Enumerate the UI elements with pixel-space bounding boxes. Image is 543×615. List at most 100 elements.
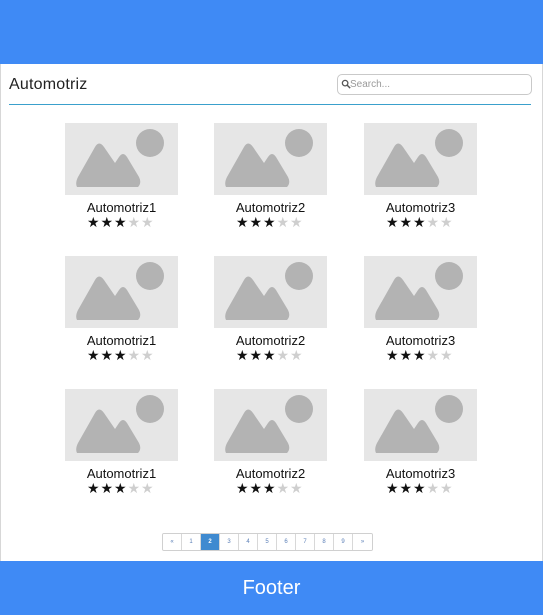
search-input[interactable] [350,77,526,92]
star-filled-icon: ★ [87,214,100,230]
star-filled-icon: ★ [87,480,100,496]
page-title: Automotriz [9,76,88,93]
star-filled-icon: ★ [413,480,426,496]
star-filled-icon: ★ [386,214,399,230]
pagination-page-7[interactable]: 7 [296,534,315,550]
star-filled-icon: ★ [236,480,249,496]
star-empty-icon: ★ [141,347,154,363]
product-name[interactable]: Automotriz1 [55,200,188,215]
star-rating: ★ ★ ★ ★ ★ [236,215,304,229]
product-name[interactable]: Automotriz2 [204,466,337,481]
star-empty-icon: ★ [290,347,303,363]
star-filled-icon: ★ [114,347,127,363]
star-filled-icon: ★ [249,347,263,363]
star-empty-icon: ★ [426,347,440,363]
star-filled-icon: ★ [236,214,249,230]
star-rating: ★ ★ ★ ★ ★ [236,348,304,362]
star-rating: ★ ★ ★ ★ ★ [386,348,454,362]
star-empty-icon: ★ [290,214,303,230]
star-rating: ★ ★ ★ ★ ★ [386,481,454,495]
product-name[interactable]: Automotriz2 [204,200,337,215]
star-filled-icon: ★ [386,347,399,363]
star-empty-icon: ★ [440,347,453,363]
star-filled-icon: ★ [100,347,114,363]
product-card[interactable]: Automotriz3 ★ ★ ★ ★ ★ [364,123,477,233]
product-name[interactable]: Automotriz1 [55,466,188,481]
star-empty-icon: ★ [290,480,303,496]
star-empty-icon: ★ [426,480,440,496]
star-empty-icon: ★ [440,214,453,230]
image-placeholder-icon[interactable] [364,389,477,461]
product-card[interactable]: Automotriz1 ★ ★ ★ ★ ★ [65,123,178,233]
pagination-next-button[interactable]: » [353,534,372,550]
product-card[interactable]: Automotriz2 ★ ★ ★ ★ ★ [214,123,327,233]
footer: Footer [0,561,543,615]
star-filled-icon: ★ [87,347,100,363]
star-filled-icon: ★ [399,347,413,363]
pagination-page-2[interactable]: 2 [201,534,220,550]
product-name[interactable]: Automotriz3 [354,200,487,215]
search-box[interactable] [337,74,532,95]
product-card[interactable]: Automotriz1 ★ ★ ★ ★ ★ [65,256,178,366]
pagination-page-8[interactable]: 8 [315,534,334,550]
star-rating: ★ ★ ★ ★ ★ [87,215,155,229]
image-placeholder-icon[interactable] [214,389,327,461]
pagination-page-6[interactable]: 6 [277,534,296,550]
star-empty-icon: ★ [141,214,154,230]
star-rating: ★ ★ ★ ★ ★ [386,215,454,229]
star-empty-icon: ★ [127,214,141,230]
star-empty-icon: ★ [426,214,440,230]
image-placeholder-icon[interactable] [364,256,477,328]
star-rating: ★ ★ ★ ★ ★ [87,348,155,362]
star-empty-icon: ★ [141,480,154,496]
pagination-page-5[interactable]: 5 [258,534,277,550]
product-card[interactable]: Automotriz3 ★ ★ ★ ★ ★ [364,256,477,366]
pagination-page-9[interactable]: 9 [334,534,353,550]
footer-label: Footer [242,577,301,599]
image-placeholder-icon[interactable] [214,256,327,328]
product-card[interactable]: Automotriz2 ★ ★ ★ ★ ★ [214,256,327,366]
star-empty-icon: ★ [276,347,290,363]
image-placeholder-icon[interactable] [65,389,178,461]
product-card[interactable]: Automotriz2 ★ ★ ★ ★ ★ [214,389,327,499]
product-card[interactable]: Automotriz3 ★ ★ ★ ★ ★ [364,389,477,499]
header-bar [0,0,543,64]
star-filled-icon: ★ [399,480,413,496]
pagination-page-1[interactable]: 1 [182,534,201,550]
star-rating: ★ ★ ★ ★ ★ [236,481,304,495]
star-filled-icon: ★ [413,347,426,363]
product-name[interactable]: Automotriz3 [354,333,487,348]
product-name[interactable]: Automotriz1 [55,333,188,348]
star-filled-icon: ★ [100,480,114,496]
product-name[interactable]: Automotriz3 [354,466,487,481]
star-empty-icon: ★ [127,347,141,363]
star-filled-icon: ★ [100,214,114,230]
pagination: «1 2 3 4 5 6 7 8 9» [162,533,373,551]
star-filled-icon: ★ [249,480,263,496]
image-placeholder-icon[interactable] [364,123,477,195]
product-card[interactable]: Automotriz1 ★ ★ ★ ★ ★ [65,389,178,499]
product-name[interactable]: Automotriz2 [204,333,337,348]
star-filled-icon: ★ [263,347,276,363]
star-filled-icon: ★ [263,214,276,230]
star-filled-icon: ★ [249,214,263,230]
star-empty-icon: ★ [276,480,290,496]
pagination-page-4[interactable]: 4 [239,534,258,550]
pagination-prev-button[interactable]: « [163,534,182,550]
image-placeholder-icon[interactable] [65,256,178,328]
image-placeholder-icon[interactable] [214,123,327,195]
pagination-page-3[interactable]: 3 [220,534,239,550]
star-filled-icon: ★ [114,480,127,496]
star-empty-icon: ★ [276,214,290,230]
image-placeholder-icon[interactable] [65,123,178,195]
star-filled-icon: ★ [114,214,127,230]
star-empty-icon: ★ [127,480,141,496]
star-filled-icon: ★ [263,480,276,496]
star-empty-icon: ★ [440,480,453,496]
star-rating: ★ ★ ★ ★ ★ [87,481,155,495]
star-filled-icon: ★ [386,480,399,496]
title-divider [9,104,531,105]
star-filled-icon: ★ [413,214,426,230]
star-filled-icon: ★ [236,347,249,363]
star-filled-icon: ★ [399,214,413,230]
